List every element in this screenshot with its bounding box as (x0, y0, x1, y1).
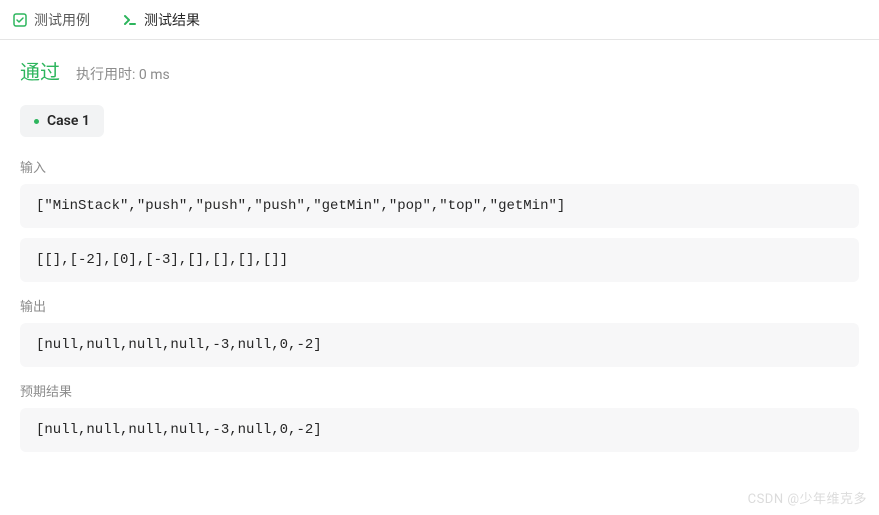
tab-testcase-label: 测试用例 (34, 10, 90, 30)
input-label: 输入 (20, 157, 859, 176)
output-block[interactable]: [null,null,null,null,-3,null,0,-2] (20, 323, 859, 367)
input-block-2[interactable]: [[],[-2],[0],[-3],[],[],[],[]] (20, 238, 859, 282)
watermark: CSDN @少年维克多 (748, 488, 867, 507)
status-badge: 通过 (20, 56, 60, 85)
input-block-1[interactable]: ["MinStack","push","push","push","getMin… (20, 184, 859, 228)
output-label: 输出 (20, 296, 859, 315)
case-label: Case 1 (47, 113, 90, 129)
terminal-icon (122, 12, 138, 28)
runtime-text: 执行用时: 0 ms (76, 64, 170, 84)
status-row: 通过 执行用时: 0 ms (20, 56, 859, 85)
case-tab-1[interactable]: Case 1 (20, 105, 104, 137)
content-area: 通过 执行用时: 0 ms Case 1 输入 ["MinStack","pus… (0, 40, 879, 478)
tab-result-label: 测试结果 (144, 10, 200, 30)
expected-label: 预期结果 (20, 381, 859, 400)
tab-testcase[interactable]: 测试用例 (8, 0, 94, 39)
checkbox-icon (12, 12, 28, 28)
tab-result[interactable]: 测试结果 (118, 0, 204, 39)
status-dot-icon (34, 119, 39, 124)
tab-bar: 测试用例 测试结果 (0, 0, 879, 40)
expected-block[interactable]: [null,null,null,null,-3,null,0,-2] (20, 408, 859, 452)
case-tabs: Case 1 (20, 105, 859, 137)
